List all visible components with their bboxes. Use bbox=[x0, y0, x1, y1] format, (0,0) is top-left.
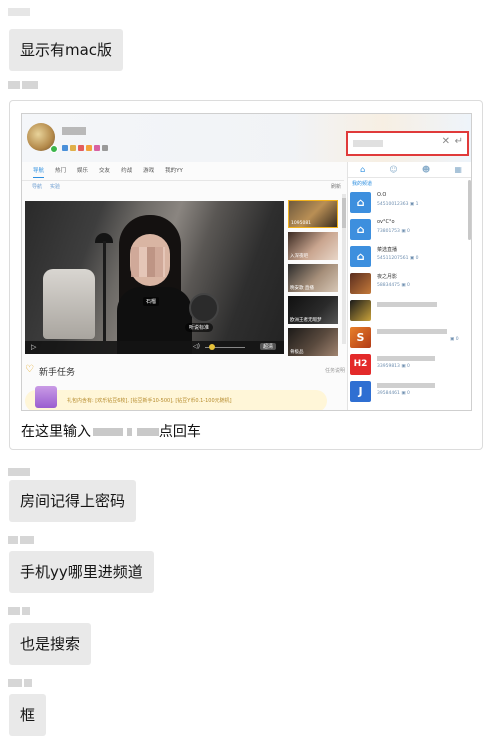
channel-home-icon: ⌂ bbox=[350, 246, 371, 267]
search-input-highlighted[interactable]: ✕ ↵ bbox=[346, 131, 469, 156]
chat-message[interactable]: 房间记得上密码 bbox=[9, 480, 137, 522]
volume-icon[interactable]: ◁) bbox=[193, 343, 200, 350]
quality-button[interactable]: 超清 bbox=[259, 343, 276, 350]
channel-home-icon: ⌂ bbox=[350, 219, 371, 240]
chair-image bbox=[43, 269, 95, 339]
list-scrollbar[interactable] bbox=[342, 194, 346, 344]
face-mosaic bbox=[131, 247, 165, 277]
stream-thumbnail[interactable]: 骨极品 bbox=[288, 328, 338, 356]
channel-name-masked bbox=[377, 356, 435, 361]
home-tab-icon[interactable]: ⌂ bbox=[360, 162, 365, 177]
channel-h2-icon: H2 bbox=[350, 354, 371, 375]
channel-item[interactable]: S ▣ 0 bbox=[350, 325, 468, 349]
task-help-link[interactable]: 任务说明 bbox=[325, 367, 345, 374]
gift-icon bbox=[35, 386, 57, 408]
subtab-lab[interactable]: 实验 bbox=[50, 183, 60, 190]
channel-item[interactable]: ⌂ 菜选直播 54511207561 ▣ 0 bbox=[350, 244, 468, 268]
channel-avatar-icon bbox=[350, 300, 371, 321]
channel-avatar-icon bbox=[350, 273, 371, 294]
sender-name-masked bbox=[8, 679, 32, 687]
stream-tag: 听说标准 bbox=[185, 323, 214, 332]
chat-message[interactable]: 显示有mac版 bbox=[9, 29, 124, 71]
enter-icon[interactable]: ↵ bbox=[455, 136, 463, 147]
chat-message[interactable]: 也是搜索 bbox=[9, 623, 92, 665]
channel-item[interactable]: ⌂ ov°C°o 73801753 ▣ 0 bbox=[350, 217, 468, 241]
sender-name-masked bbox=[8, 536, 34, 544]
sender-name-masked bbox=[8, 8, 30, 16]
subtab-nav[interactable]: 导航 bbox=[32, 183, 42, 190]
search-input-masked-text bbox=[353, 140, 383, 147]
stream-thumbnail[interactable]: 晚安歌 直播 bbox=[288, 264, 338, 292]
channel-item[interactable]: J 39584461 ▣ 0 bbox=[350, 379, 468, 403]
player-controls: ▷ ◁) 超清 bbox=[25, 341, 284, 354]
tab-entertainment[interactable]: 娱乐 bbox=[77, 164, 88, 178]
tab-battle[interactable]: 约战 bbox=[121, 164, 132, 178]
stream-thumbnails: 1095081 入深夜吧 晚安歌 直播 欧洲王者无暇梦 骨极品 bbox=[288, 200, 338, 360]
promo-text: 礼包内含有: [欢乐钻豆6枚], [钻豆新手10-500], [钻豆Y币0.1-… bbox=[67, 398, 232, 404]
new-task-bar: ♡ 新手任务 任务说明 bbox=[25, 364, 345, 378]
image-caption: 在这里输入 点回车 bbox=[21, 424, 201, 440]
sender-name-masked bbox=[8, 81, 38, 89]
online-status-icon bbox=[50, 145, 58, 153]
microphone-image bbox=[189, 293, 219, 323]
yy-client-screenshot[interactable]: ✕ ↵ 导航 热门 娱乐 交友 约战 游戏 我的YY 导航 实验 刷新 石榴 听… bbox=[21, 113, 472, 411]
chat-message[interactable]: 框 bbox=[9, 694, 47, 736]
sender-name-masked bbox=[8, 607, 30, 615]
tab-my-yy[interactable]: 我的YY bbox=[165, 164, 183, 178]
channel-panel: ⌂ ☺ ☻ ▦ 我的频道 ⌂ O.O 54510012363 ▣ 1 ⌂ ov°… bbox=[347, 162, 471, 410]
apps-tab-icon[interactable]: ▦ bbox=[454, 162, 462, 177]
sub-tabs: 导航 实验 刷新 bbox=[22, 180, 344, 192]
my-channels-header: 我的频道 bbox=[352, 181, 373, 187]
tab-hot[interactable]: 热门 bbox=[55, 164, 66, 178]
channel-name-masked bbox=[377, 302, 437, 307]
friends-tab-icon[interactable]: ☺ bbox=[389, 162, 397, 177]
new-task-title: 新手任务 bbox=[39, 368, 76, 378]
user-badges bbox=[62, 145, 108, 151]
channel-item[interactable] bbox=[350, 298, 468, 322]
channel-item[interactable]: H2 33959813 ▣ 0 bbox=[350, 352, 468, 376]
channel-j-icon: J bbox=[350, 381, 371, 402]
group-tab-icon[interactable]: ☻ bbox=[422, 162, 430, 177]
chat-image-message[interactable]: ✕ ↵ 导航 热门 娱乐 交友 约战 游戏 我的YY 导航 实验 刷新 石榴 听… bbox=[9, 100, 483, 450]
sender-name-masked bbox=[8, 468, 30, 476]
username-masked bbox=[62, 127, 86, 135]
channel-avatar-icon: S bbox=[350, 327, 371, 348]
channel-item[interactable]: ⌂ O.O 54510012363 ▣ 1 bbox=[350, 190, 468, 214]
volume-knob[interactable] bbox=[209, 344, 215, 350]
tab-nav[interactable]: 导航 bbox=[33, 164, 45, 178]
tab-games[interactable]: 游戏 bbox=[143, 164, 154, 178]
channel-name-masked bbox=[377, 383, 435, 388]
live-video-player[interactable]: 石榴 听说标准 ▷ ◁) 超清 bbox=[25, 201, 284, 354]
channel-item[interactable]: 夜之月影 58834475 ▣ 0 bbox=[350, 271, 468, 295]
clear-icon[interactable]: ✕ bbox=[442, 136, 450, 147]
stream-thumbnail[interactable]: 1095081 bbox=[288, 200, 338, 228]
tab-social[interactable]: 交友 bbox=[99, 164, 110, 178]
gift-promo-banner[interactable]: 礼包内含有: [欢乐钻豆6枚], [钻豆新手10-500], [钻豆Y币0.1-… bbox=[25, 386, 327, 410]
nav-tabs: 导航 热门 娱乐 交友 约战 游戏 我的YY bbox=[22, 164, 344, 178]
channel-scrollbar[interactable] bbox=[468, 180, 471, 240]
streamer-label: 石榴 bbox=[143, 297, 160, 306]
refresh-link[interactable]: 刷新 bbox=[331, 183, 341, 190]
chat-message[interactable]: 手机yy哪里进频道 bbox=[9, 551, 154, 593]
channel-list: ⌂ O.O 54510012363 ▣ 1 ⌂ ov°C°o 73801753 … bbox=[350, 190, 468, 406]
channel-panel-tabs: ⌂ ☺ ☻ ▦ bbox=[348, 162, 471, 178]
play-icon[interactable]: ▷ bbox=[31, 343, 36, 351]
channel-name-masked bbox=[377, 329, 447, 334]
channel-home-icon: ⌂ bbox=[350, 192, 371, 213]
stream-thumbnail[interactable]: 入深夜吧 bbox=[288, 232, 338, 260]
stream-thumbnail[interactable]: 欧洲王者无暇梦 bbox=[288, 296, 338, 324]
heart-icon: ♡ bbox=[25, 364, 34, 375]
